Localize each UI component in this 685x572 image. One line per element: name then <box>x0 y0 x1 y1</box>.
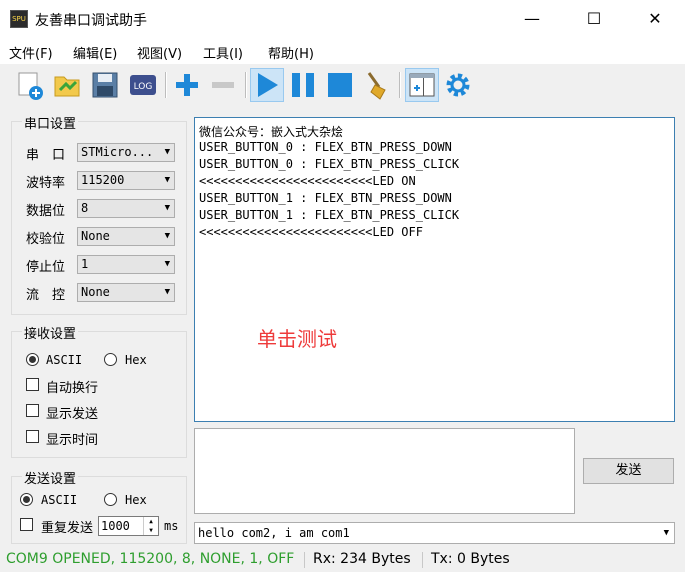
parity-label: 校验位 <box>26 232 66 247</box>
baud-rate-value: 115200 <box>81 173 125 187</box>
play-icon[interactable] <box>250 68 284 102</box>
menu-help[interactable]: 帮助(H) <box>268 43 314 62</box>
remove-icon[interactable] <box>206 68 240 102</box>
port-value: STMicro... <box>81 145 154 159</box>
menu-file[interactable]: 文件(F) <box>9 43 53 62</box>
data-bits-value: 8 <box>81 201 89 215</box>
stop-bits-label: 停止位 <box>26 260 66 275</box>
title-bar: SPU 友善串口调试助手 — ☐ ✕ <box>0 0 685 38</box>
parity-select[interactable]: None ▼ <box>77 227 175 246</box>
menu-view[interactable]: 视图(V) <box>137 43 182 62</box>
toolbar-separator <box>399 72 401 98</box>
tx-hex-radio[interactable] <box>104 493 117 506</box>
receive-line: USER_BUTTON_1 : FLEX_BTN_PRESS_CLICK <box>199 208 460 222</box>
open-folder-icon[interactable] <box>50 68 84 102</box>
rx-hex-radio[interactable] <box>104 353 117 366</box>
repeat-send-label: 重复发送 <box>41 521 94 536</box>
app-icon: SPU <box>10 10 28 28</box>
send-history-select[interactable]: hello com2, i am com1 ▼ <box>194 522 675 544</box>
tx-hex-label: Hex <box>125 493 147 507</box>
rx-ascii-radio[interactable] <box>26 353 39 366</box>
minimize-button[interactable]: — <box>509 0 555 38</box>
send-settings-title: 发送设置 <box>22 468 79 487</box>
interval-spinbox[interactable]: 1000 ▲ ▼ <box>98 516 159 536</box>
stop-icon[interactable] <box>323 68 357 102</box>
send-history-value: hello com2, i am com1 <box>198 526 350 540</box>
toolbar-separator <box>245 72 247 98</box>
receive-textarea[interactable]: 微信公众号：嵌入式大杂烩 USER_BUTTON_0 : FLEX_BTN_PR… <box>194 117 675 422</box>
click-test-annotation: 单击测试 <box>257 327 337 351</box>
receive-line: USER_BUTTON_1 : FLEX_BTN_PRESS_DOWN <box>199 191 452 205</box>
status-bar: COM9 OPENED, 115200, 8, NONE, 1, OFF Rx:… <box>0 548 685 572</box>
data-bits-label: 数据位 <box>26 204 66 219</box>
chevron-down-icon: ▼ <box>164 287 170 297</box>
receive-line: <<<<<<<<<<<<<<<<<<<<<<<<LED OFF <box>199 225 423 239</box>
receive-line: 微信公众号：嵌入式大杂烩 <box>199 125 344 139</box>
receive-settings-title: 接收设置 <box>22 323 79 342</box>
status-separator <box>422 552 423 568</box>
log-icon[interactable]: LOG <box>126 68 160 102</box>
port-status: COM9 OPENED, 115200, 8, NONE, 1, OFF <box>6 551 295 567</box>
chevron-down-icon: ▼ <box>663 528 669 538</box>
stop-bits-value: 1 <box>81 257 89 271</box>
menu-edit[interactable]: 编辑(E) <box>73 43 117 62</box>
chevron-down-icon: ▼ <box>164 259 170 269</box>
flow-control-label: 流 控 <box>26 288 66 303</box>
menu-bar: 文件(F) 编辑(E) 视图(V) 工具(I) 帮助(H) <box>0 38 685 64</box>
window-title: 友善串口调试助手 <box>35 13 147 29</box>
rx-ascii-label: ASCII <box>46 353 83 367</box>
toolbar-separator <box>165 72 167 98</box>
rx-count: Rx: 234 Bytes <box>313 551 411 567</box>
baud-rate-label: 波特率 <box>26 176 66 191</box>
tx-count: Tx: 0 Bytes <box>431 551 510 567</box>
show-time-checkbox[interactable] <box>26 430 39 443</box>
tx-ascii-label: ASCII <box>41 493 78 507</box>
port-label: 串 口 <box>26 148 66 163</box>
status-separator <box>304 552 305 568</box>
chevron-down-icon: ▼ <box>164 231 170 241</box>
settings-gear-icon[interactable] <box>441 68 475 102</box>
stop-bits-select[interactable]: 1 ▼ <box>77 255 175 274</box>
receive-line: USER_BUTTON_0 : FLEX_BTN_PRESS_CLICK <box>199 157 460 171</box>
spin-arrows-icon[interactable]: ▲ ▼ <box>143 517 158 535</box>
maximize-button[interactable]: ☐ <box>571 0 617 38</box>
chevron-down-icon: ▼ <box>164 147 170 157</box>
menu-tools[interactable]: 工具(I) <box>203 43 243 62</box>
parity-value: None <box>81 229 110 243</box>
add-icon[interactable] <box>170 68 204 102</box>
flow-control-value: None <box>81 285 110 299</box>
log-label: LOG <box>134 82 153 92</box>
new-document-icon[interactable] <box>12 68 46 102</box>
repeat-send-checkbox[interactable] <box>20 518 33 531</box>
receive-line: USER_BUTTON_0 : FLEX_BTN_PRESS_DOWN <box>199 140 452 154</box>
pause-icon[interactable] <box>286 68 320 102</box>
receive-line: <<<<<<<<<<<<<<<<<<<<<<<<LED ON <box>199 174 416 188</box>
send-textarea[interactable] <box>194 428 575 514</box>
layout-window-icon[interactable] <box>405 68 439 102</box>
baud-rate-select[interactable]: 115200 ▼ <box>77 171 175 190</box>
rx-hex-label: Hex <box>125 353 147 367</box>
data-bits-select[interactable]: 8 ▼ <box>77 199 175 218</box>
serial-settings-title: 串口设置 <box>22 113 79 132</box>
interval-unit: ms <box>164 519 179 533</box>
interval-value: 1000 <box>101 519 130 533</box>
clear-broom-icon[interactable] <box>360 68 394 102</box>
close-button[interactable]: ✕ <box>632 0 678 38</box>
tx-ascii-radio[interactable] <box>20 493 33 506</box>
flow-control-select[interactable]: None ▼ <box>77 283 175 302</box>
show-time-label: 显示时间 <box>46 433 99 448</box>
auto-wrap-label: 自动换行 <box>46 381 99 396</box>
show-send-checkbox[interactable] <box>26 404 39 417</box>
save-icon[interactable] <box>88 68 122 102</box>
auto-wrap-checkbox[interactable] <box>26 378 39 391</box>
send-button[interactable]: 发送 <box>583 458 674 484</box>
port-select[interactable]: STMicro... ▼ <box>77 143 175 162</box>
toolbar: LOG <box>0 64 685 106</box>
chevron-down-icon: ▼ <box>164 175 170 185</box>
show-send-label: 显示发送 <box>46 407 99 422</box>
chevron-down-icon: ▼ <box>164 203 170 213</box>
